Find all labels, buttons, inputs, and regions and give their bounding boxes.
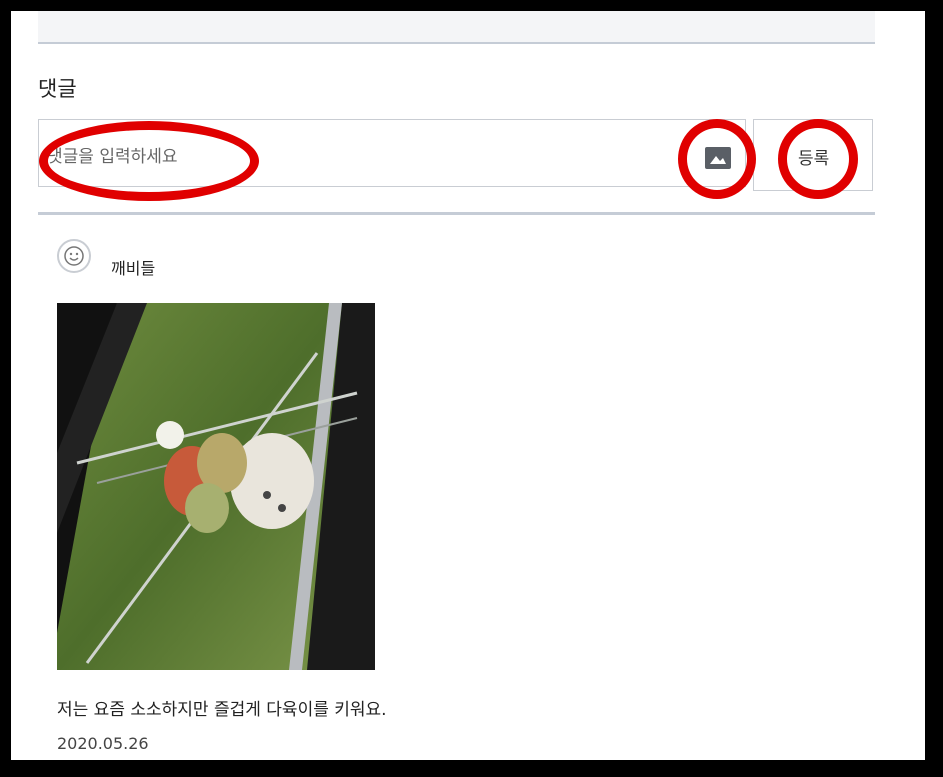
top-bar xyxy=(38,11,875,44)
divider xyxy=(38,212,875,215)
post-date: 2020.05.26 xyxy=(57,734,149,753)
submit-button-label: 등록 xyxy=(798,149,830,169)
comment-section: 댓글 댓글을 입력하세요 등록 깨비들 저는 요즘 소소하지만 즐겁게 다육이를… xyxy=(11,11,925,760)
section-title: 댓글 xyxy=(38,77,77,101)
image-icon xyxy=(708,150,728,166)
submit-button[interactable]: 등록 xyxy=(753,119,873,191)
avatar xyxy=(57,239,91,273)
comment-input-placeholder: 댓글을 입력하세요 xyxy=(47,147,178,167)
post-text: 저는 요즘 소소하지만 즐겁게 다육이를 키워요. xyxy=(57,700,387,720)
comment-input[interactable]: 댓글을 입력하세요 xyxy=(38,119,746,187)
smiley-icon xyxy=(64,246,84,266)
post-photo xyxy=(57,303,375,670)
author-name: 깨비들 xyxy=(111,259,156,278)
attach-image-button[interactable] xyxy=(705,147,731,169)
